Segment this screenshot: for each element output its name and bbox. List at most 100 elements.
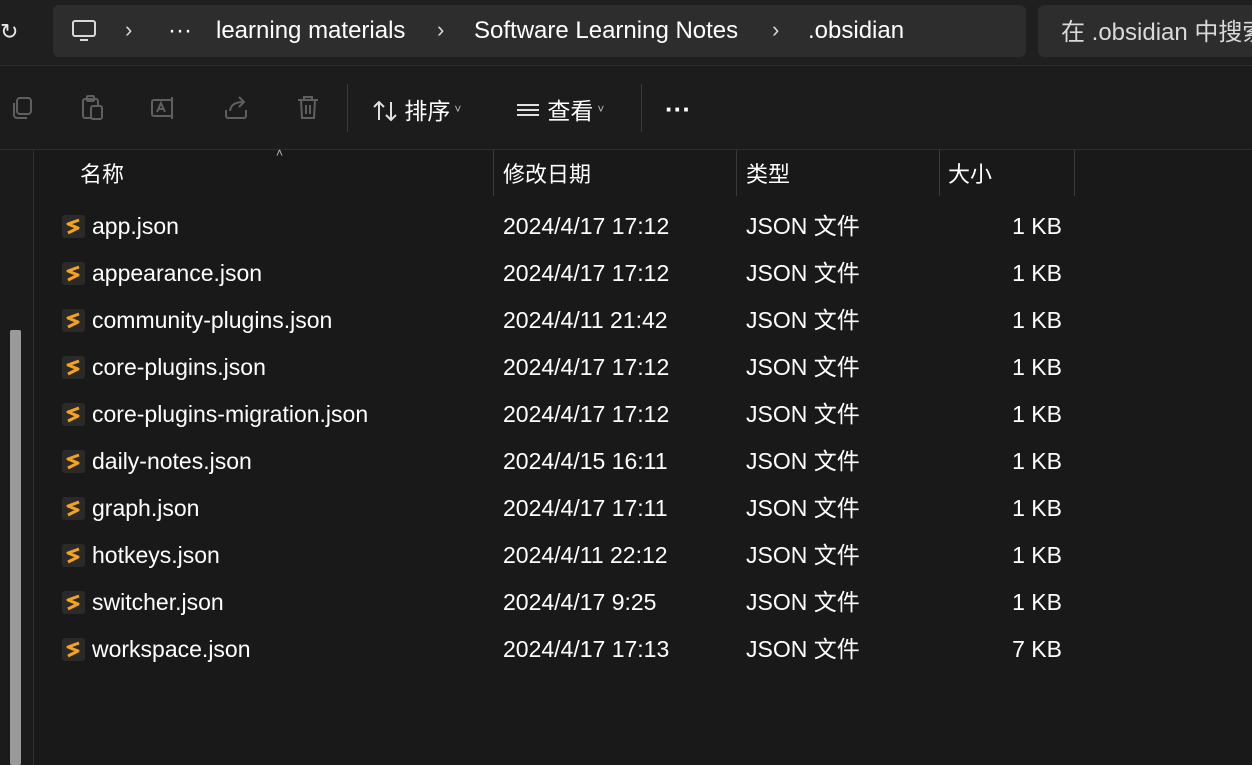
- file-modified: 2024/4/17 17:13: [503, 636, 670, 662]
- file-type: JSON 文件: [746, 401, 860, 427]
- breadcrumb-more[interactable]: ···: [168, 5, 192, 57]
- json-file-icon: [62, 215, 85, 238]
- breadcrumb-obsidian[interactable]: .obsidian: [808, 5, 904, 57]
- navigation-pane[interactable]: [0, 150, 34, 765]
- file-row[interactable]: appearance.json 2024/4/17 17:12 JSON 文件 1 K…: [50, 250, 1080, 297]
- file-size: 7 KB: [1012, 636, 1062, 662]
- toolbar-divider: [641, 84, 642, 132]
- command-bar: 排序 ˅ 查看 ˅ ···: [0, 66, 1252, 150]
- json-file-icon: [62, 497, 85, 520]
- file-row[interactable]: switcher.json 2024/4/17 9:25 JSON 文件 1 KB: [50, 579, 1080, 626]
- sort-button[interactable]: 排序 ˅: [372, 88, 461, 128]
- file-row[interactable]: workspace.json 2024/4/17 17:13 JSON 文件 7 KB: [50, 626, 1080, 673]
- file-modified: 2024/4/17 17:12: [503, 354, 670, 380]
- json-file-icon: [62, 450, 85, 473]
- file-modified: 2024/4/17 9:25: [503, 589, 657, 615]
- json-file-icon: [62, 638, 85, 661]
- file-modified: 2024/4/11 21:42: [503, 307, 668, 333]
- file-size: 1 KB: [1012, 495, 1062, 521]
- search-input[interactable]: 在 .obsidian 中搜索: [1038, 5, 1252, 57]
- file-type: JSON 文件: [746, 213, 860, 239]
- file-modified: 2024/4/17 17:11: [503, 495, 668, 521]
- breadcrumb-software-learning-notes[interactable]: Software Learning Notes: [474, 5, 738, 57]
- file-row[interactable]: community-plugins.json 2024/4/11 21:42 JSO…: [50, 297, 1080, 344]
- navigation-scrollbar[interactable]: [10, 330, 21, 765]
- file-size: 1 KB: [1012, 401, 1062, 427]
- file-modified: 2024/4/17 17:12: [503, 401, 670, 427]
- this-pc-icon[interactable]: [71, 19, 97, 43]
- file-size: 1 KB: [1012, 213, 1062, 239]
- file-modified: 2024/4/15 16:11: [503, 448, 668, 474]
- column-separator[interactable]: [1074, 150, 1075, 196]
- file-modified: 2024/4/17 17:12: [503, 260, 670, 286]
- view-label: 查看: [547, 98, 594, 124]
- chevron-right-icon[interactable]: ›: [125, 5, 132, 57]
- file-row[interactable]: graph.json 2024/4/17 17:11 JSON 文件 1 KB: [50, 485, 1080, 532]
- json-file-icon: [62, 309, 85, 332]
- column-header-name[interactable]: 名称: [80, 150, 124, 198]
- column-separator[interactable]: [736, 150, 737, 196]
- chevron-right-icon[interactable]: ›: [437, 5, 444, 57]
- sort-ascending-icon: ˄: [276, 146, 284, 160]
- refresh-icon[interactable]: ↻: [0, 18, 20, 46]
- file-name[interactable]: appearance.json: [92, 250, 262, 297]
- file-size: 1 KB: [1012, 542, 1062, 568]
- chevron-right-icon[interactable]: ›: [772, 5, 779, 57]
- json-file-icon: [62, 544, 85, 567]
- chevron-down-icon: ˅: [454, 102, 462, 116]
- file-row[interactable]: core-plugins-migration.json 2024/4/17 17:…: [50, 391, 1080, 438]
- file-name[interactable]: core-plugins-migration.json: [92, 391, 368, 438]
- column-separator[interactable]: [493, 150, 494, 196]
- json-file-icon: [62, 356, 85, 379]
- toolbar-divider: [347, 84, 348, 132]
- file-size: 1 KB: [1012, 307, 1062, 333]
- column-separator[interactable]: [939, 150, 940, 196]
- paste-icon[interactable]: [78, 94, 106, 122]
- delete-icon[interactable]: [294, 94, 322, 122]
- copy-icon[interactable]: [8, 94, 36, 122]
- file-modified: 2024/4/17 17:12: [503, 213, 670, 239]
- file-row[interactable]: core-plugins.json 2024/4/17 17:12 JSON 文件 1…: [50, 344, 1080, 391]
- view-button[interactable]: 查看 ˅: [515, 88, 604, 128]
- rename-icon[interactable]: [150, 94, 178, 122]
- file-row[interactable]: app.json 2024/4/17 17:12 JSON 文件 1 KB: [50, 203, 1080, 250]
- breadcrumb-learning-materials[interactable]: learning materials: [216, 5, 405, 57]
- file-name[interactable]: daily-notes.json: [92, 438, 252, 485]
- address-bar[interactable]: › ··· learning materials › Software Lear…: [53, 5, 1026, 57]
- file-size: 1 KB: [1012, 260, 1062, 286]
- file-size: 1 KB: [1012, 448, 1062, 474]
- json-file-icon: [62, 591, 85, 614]
- chevron-down-icon: ˅: [597, 102, 605, 116]
- file-row[interactable]: hotkeys.json 2024/4/11 22:12 JSON 文件 1 KB: [50, 532, 1080, 579]
- file-size: 1 KB: [1012, 354, 1062, 380]
- share-icon[interactable]: [222, 94, 250, 122]
- file-name[interactable]: app.json: [92, 203, 179, 250]
- address-row: ↻ › ··· learning materials › Software Le…: [0, 0, 1252, 66]
- file-name[interactable]: hotkeys.json: [92, 532, 220, 579]
- view-icon: [517, 104, 539, 116]
- sort-icon: [373, 100, 397, 122]
- file-type: JSON 文件: [746, 307, 860, 333]
- file-name[interactable]: community-plugins.json: [92, 297, 332, 344]
- file-name[interactable]: workspace.json: [92, 626, 251, 673]
- file-type: JSON 文件: [746, 260, 860, 286]
- file-name[interactable]: graph.json: [92, 485, 199, 532]
- file-type: JSON 文件: [746, 636, 860, 662]
- file-type: JSON 文件: [746, 448, 860, 474]
- file-type: JSON 文件: [746, 589, 860, 615]
- file-size: 1 KB: [1012, 589, 1062, 615]
- file-type: JSON 文件: [746, 354, 860, 380]
- column-header-modified[interactable]: 修改日期: [503, 150, 591, 198]
- file-name[interactable]: core-plugins.json: [92, 344, 266, 391]
- file-type: JSON 文件: [746, 495, 860, 521]
- file-row[interactable]: daily-notes.json 2024/4/15 16:11 JSON 文件 1 …: [50, 438, 1080, 485]
- file-name[interactable]: switcher.json: [92, 579, 224, 626]
- sort-label: 排序: [404, 98, 451, 124]
- file-type: JSON 文件: [746, 542, 860, 568]
- json-file-icon: [62, 262, 85, 285]
- file-modified: 2024/4/11 22:12: [503, 542, 668, 568]
- json-file-icon: [62, 403, 85, 426]
- column-header-type[interactable]: 类型: [746, 150, 790, 198]
- column-header-size[interactable]: 大小: [948, 150, 992, 198]
- more-options-button[interactable]: ···: [665, 88, 691, 128]
